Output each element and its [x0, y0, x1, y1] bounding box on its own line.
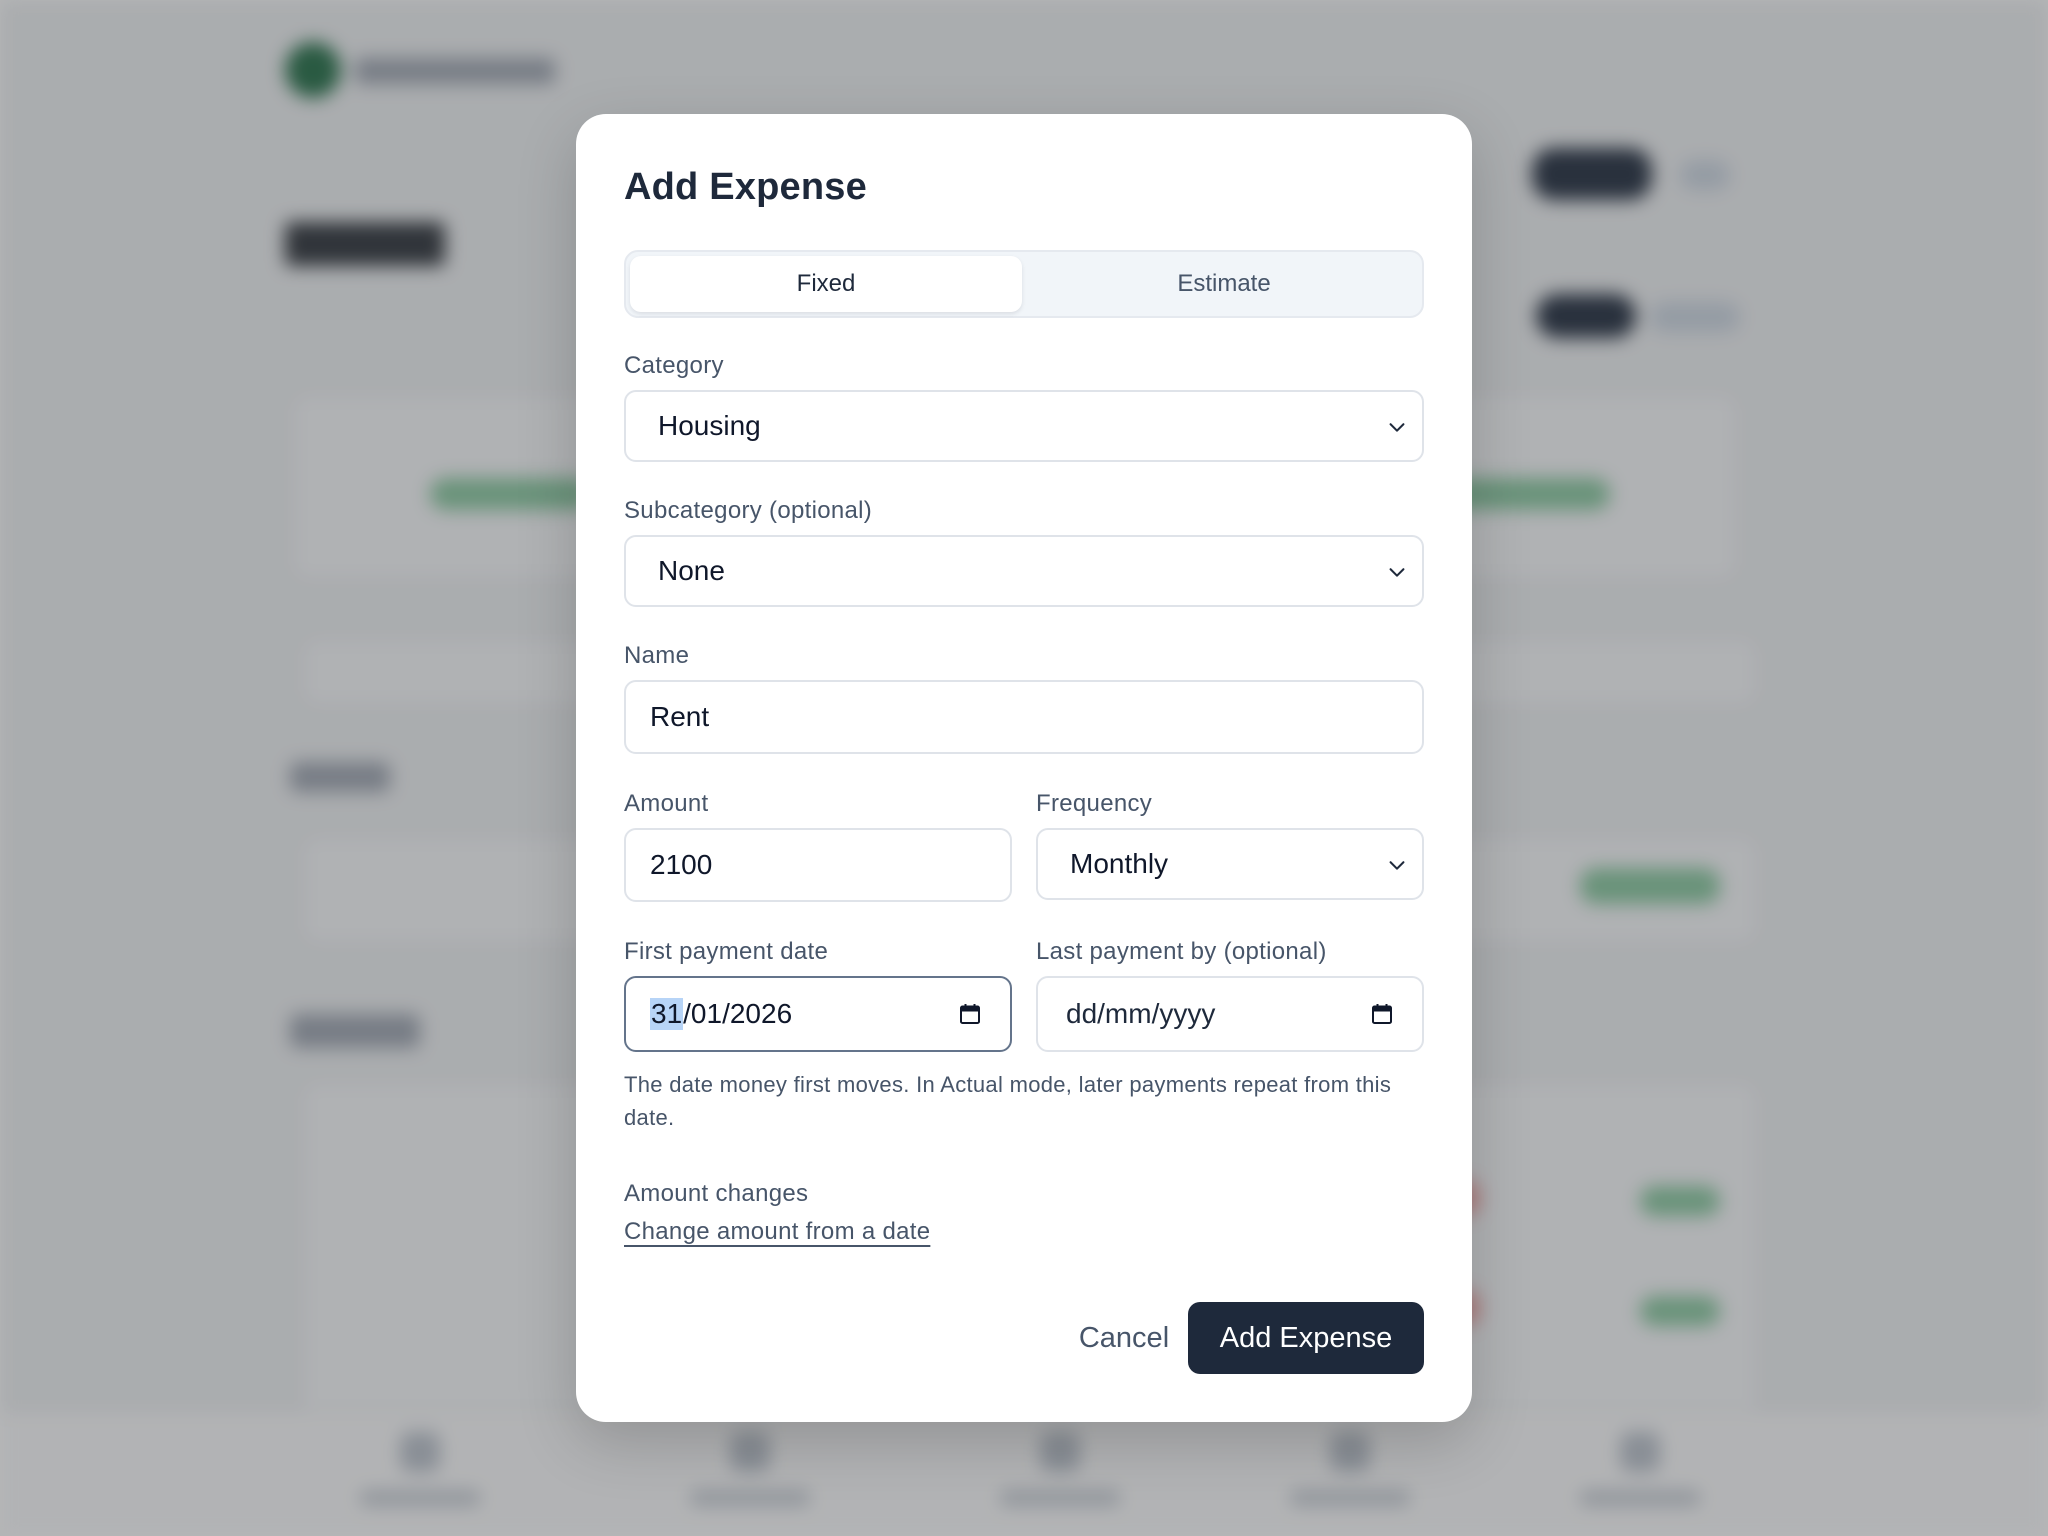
amount-label: Amount	[624, 790, 709, 817]
change-amount-link[interactable]: Change amount from a date	[624, 1218, 930, 1246]
tab-estimate[interactable]: Estimate	[1028, 256, 1420, 312]
amount-changes-label: Amount changes	[624, 1180, 809, 1207]
chevron-down-icon	[1389, 568, 1405, 577]
dialog-title: Add Expense	[624, 166, 867, 208]
calendar-icon[interactable]	[958, 1002, 982, 1026]
subcategory-value: None	[658, 555, 725, 586]
amount-value: 2100	[650, 849, 713, 880]
category-label: Category	[624, 352, 724, 379]
category-select[interactable]: Housing	[624, 390, 1424, 462]
name-label: Name	[624, 642, 690, 669]
last-payment-placeholder: dd/mm/yyyy	[1066, 998, 1216, 1029]
frequency-select[interactable]: Monthly	[1036, 828, 1424, 900]
amount-input[interactable]: 2100	[624, 828, 1012, 902]
date-day-segment[interactable]: 31	[650, 998, 684, 1030]
add-expense-button[interactable]: Add Expense	[1188, 1302, 1424, 1374]
name-input[interactable]: Rent	[624, 680, 1424, 754]
name-value: Rent	[650, 701, 710, 732]
last-payment-date-input[interactable]: dd/mm/yyyy	[1036, 976, 1424, 1052]
subcategory-label: Subcategory (optional)	[624, 497, 873, 524]
chevron-down-icon	[1389, 861, 1405, 870]
frequency-value: Monthly	[1070, 848, 1169, 879]
first-payment-date-input[interactable]: 31/01/2026	[624, 976, 1012, 1052]
chevron-down-icon	[1389, 423, 1405, 432]
last-payment-label: Last payment by (optional)	[1036, 938, 1327, 965]
subcategory-select[interactable]: None	[624, 535, 1424, 607]
frequency-label: Frequency	[1036, 790, 1153, 817]
calendar-icon[interactable]	[1370, 1002, 1394, 1026]
category-value: Housing	[658, 410, 761, 441]
date-rest-segment[interactable]: /01/2026	[683, 998, 792, 1030]
add-expense-dialog: Add Expense Fixed Estimate Category Hous…	[576, 114, 1472, 1422]
first-payment-label: First payment date	[624, 938, 829, 965]
expense-mode-toggle: Fixed Estimate	[624, 250, 1424, 318]
tab-fixed[interactable]: Fixed	[630, 256, 1022, 312]
first-payment-helper-text: The date money first moves. In Actual mo…	[624, 1072, 1392, 1130]
